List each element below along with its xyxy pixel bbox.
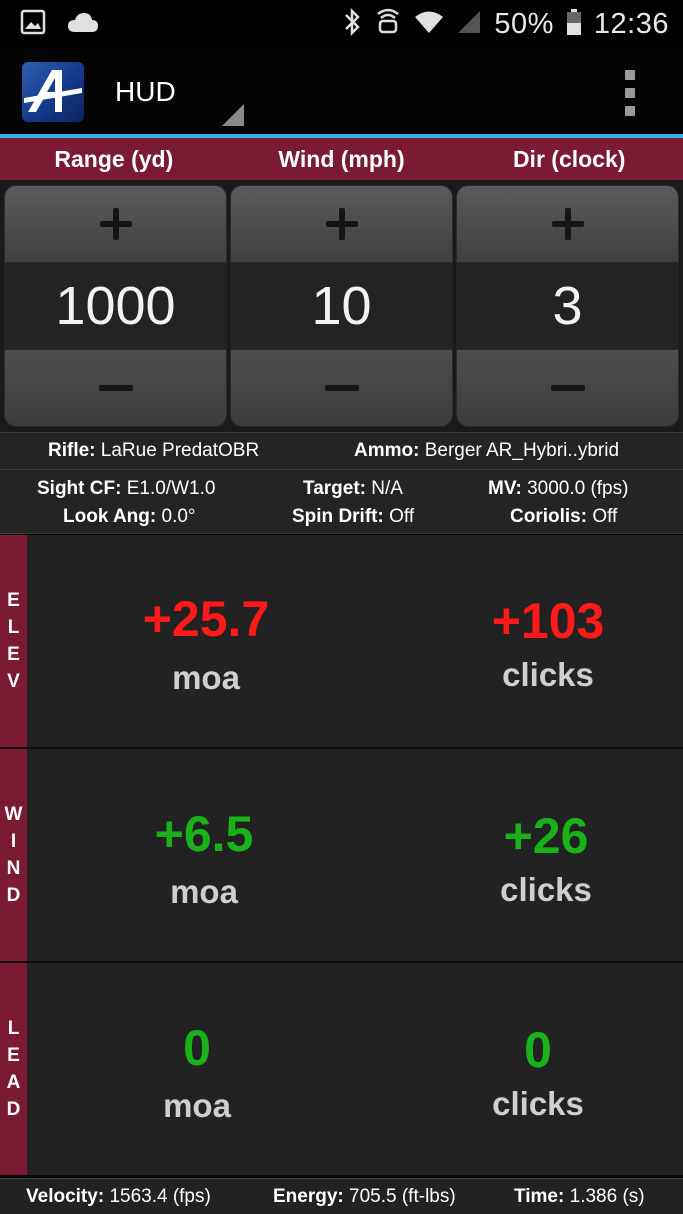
range-plus-button[interactable] xyxy=(4,185,227,263)
wind-stepper: 10 xyxy=(230,185,453,427)
wind-moa-value: +6.5 xyxy=(154,806,254,862)
plus-icon xyxy=(325,208,358,240)
battery-icon xyxy=(566,8,582,41)
lead-clicks-value: 0 xyxy=(524,1022,552,1078)
ammo-info: Ammo: Berger AR_Hybri..ybrid xyxy=(354,440,620,461)
clock: 12:36 xyxy=(593,7,669,40)
page-title[interactable]: HUD xyxy=(115,76,176,108)
elev-clicks-value: +103 xyxy=(491,593,605,649)
wind-side-label: WIND xyxy=(0,749,27,961)
cloud-icon xyxy=(66,10,100,39)
wind-minus-button[interactable] xyxy=(230,349,453,427)
windage-panel: WIND +6.5 moa +26 clicks xyxy=(0,749,683,963)
wind-value[interactable]: 10 xyxy=(230,263,453,349)
minus-icon xyxy=(98,385,133,391)
dropdown-indicator-icon[interactable] xyxy=(222,104,244,126)
velocity-info: Velocity: 1563.4 (fps) xyxy=(26,1186,211,1207)
wind-clicks-value: +26 xyxy=(503,808,589,864)
dir-value[interactable]: 3 xyxy=(456,263,679,349)
range-stepper: 1000 xyxy=(4,185,227,427)
range-minus-button[interactable] xyxy=(4,349,227,427)
sight-cf-info: Sight CF: E1.0/W1.0 xyxy=(37,478,216,499)
elev-moa-unit: moa xyxy=(172,659,240,696)
minus-icon xyxy=(324,385,359,391)
header-wind: Wind (mph) xyxy=(278,146,405,172)
lead-side-label: LEAD xyxy=(0,963,27,1175)
dir-stepper: 3 xyxy=(456,185,679,427)
nfc-icon xyxy=(374,8,402,41)
elev-moa-value: +25.7 xyxy=(142,591,270,647)
minus-icon xyxy=(550,385,585,391)
target-info: Target: N/A xyxy=(303,478,403,499)
energy-info: Energy: 705.5 (ft-lbs) xyxy=(273,1186,456,1207)
header-dir: Dir (clock) xyxy=(512,146,626,172)
rifle-ammo-row[interactable]: Rifle: LaRue PredatOBR Ammo: Berger AR_H… xyxy=(0,432,683,470)
status-bar: 50% 12:36 xyxy=(0,0,683,48)
lead-moa-value: 0 xyxy=(183,1020,211,1076)
gallery-icon xyxy=(20,9,46,40)
overflow-menu-icon[interactable] xyxy=(618,70,642,116)
wind-clicks-unit: clicks xyxy=(500,871,592,908)
coriolis-info: Coriolis: Off xyxy=(510,506,618,527)
range-value[interactable]: 1000 xyxy=(4,263,227,349)
mv-info: MV: 3000.0 (fps) xyxy=(488,478,629,499)
action-bar: HUD xyxy=(0,48,683,134)
look-angle-info: Look Ang: 0.0° xyxy=(63,506,196,527)
dir-plus-button[interactable] xyxy=(456,185,679,263)
lead-moa-unit: moa xyxy=(163,1087,231,1124)
stepper-panel: 1000 10 3 xyxy=(0,180,683,432)
wind-moa-unit: moa xyxy=(170,873,238,910)
lead-clicks-unit: clicks xyxy=(492,1085,584,1122)
time-info: Time: 1.386 (s) xyxy=(514,1186,645,1207)
dir-minus-button[interactable] xyxy=(456,349,679,427)
battery-percent: 50% xyxy=(494,7,554,40)
wifi-icon xyxy=(414,9,444,40)
spin-drift-info: Spin Drift: Off xyxy=(292,506,415,527)
rifle-info: Rifle: LaRue PredatOBR xyxy=(48,440,260,461)
header-range: Range (yd) xyxy=(54,146,174,172)
elev-side-label: ELEV xyxy=(0,535,27,747)
signal-icon xyxy=(456,9,482,40)
wind-plus-button[interactable] xyxy=(230,185,453,263)
settings-summary[interactable]: Sight CF: E1.0/W1.0 Target: N/A MV: 3000… xyxy=(0,470,683,534)
app-logo-icon[interactable] xyxy=(22,62,84,122)
elev-clicks-unit: clicks xyxy=(502,656,594,693)
bluetooth-icon xyxy=(342,7,362,41)
trajectory-footer: Velocity: 1563.4 (fps) Energy: 705.5 (ft… xyxy=(0,1178,683,1214)
stepper-headers: Range (yd) Wind (mph) Dir (clock) xyxy=(0,138,683,180)
lead-panel: LEAD 0 moa 0 clicks xyxy=(0,963,683,1177)
plus-icon xyxy=(99,208,132,240)
plus-icon xyxy=(551,208,584,240)
elevation-panel: ELEV +25.7 moa +103 clicks xyxy=(0,535,683,749)
